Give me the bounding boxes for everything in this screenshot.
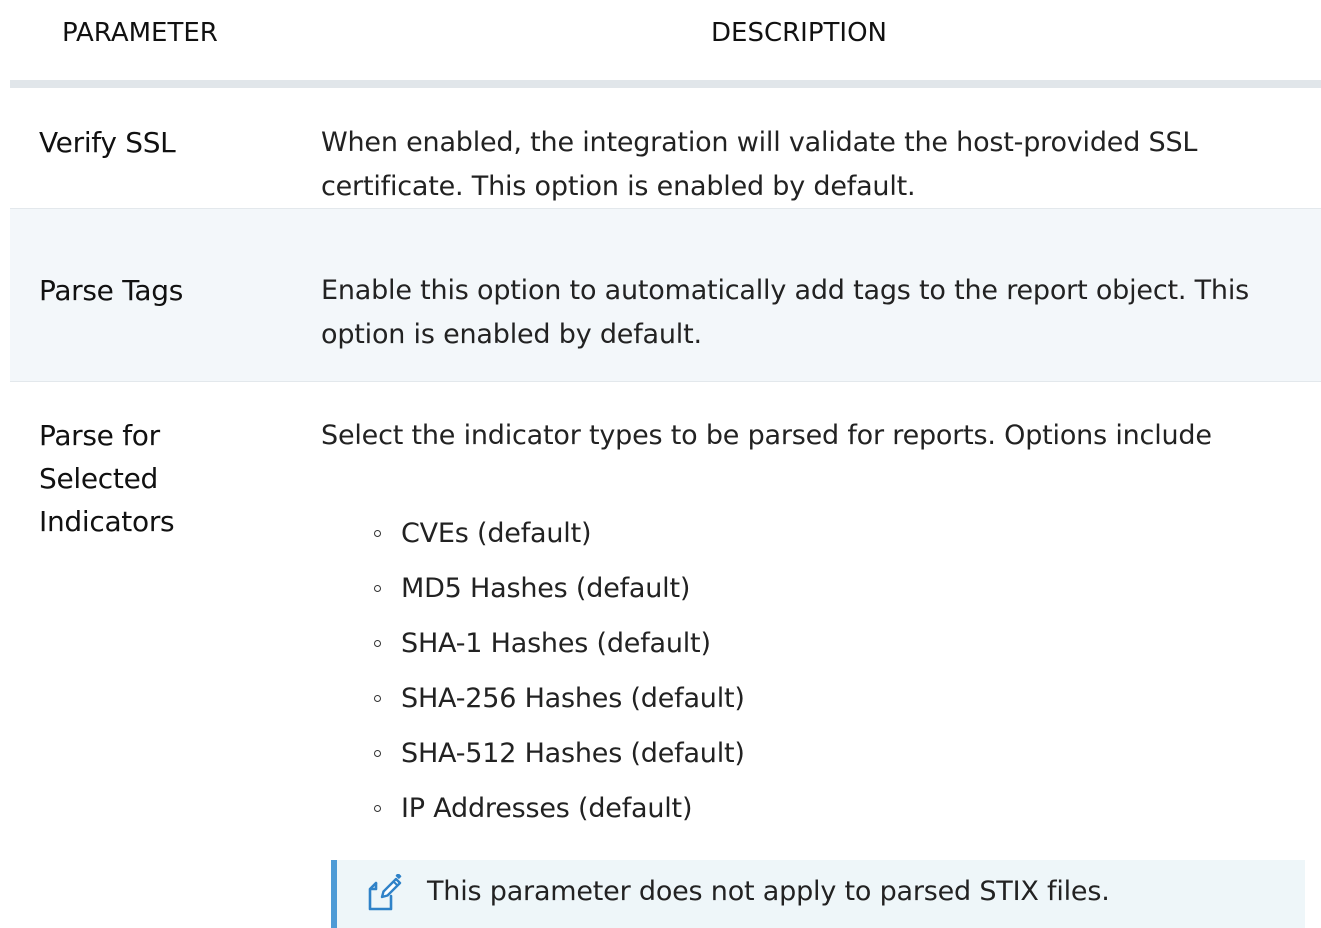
bullet-icon [374,530,381,537]
parameter-name: Parse for Selected Indicators [39,419,175,538]
table-row: Verify SSL When enabled, the integration… [10,88,1321,208]
note-text: This parameter does not apply to parsed … [427,876,1110,907]
list-item: SHA-512 Hashes (default) [371,732,745,787]
list-item: SHA-256 Hashes (default) [371,677,745,732]
bullet-icon [374,640,381,647]
table-row: Parse Tags Enable this option to automat… [10,208,1321,382]
option-label: IP Addresses (default) [401,793,693,824]
note-callout: This parameter does not apply to parsed … [331,860,1305,928]
parameter-description: Select the indicator types to be parsed … [321,420,1212,451]
list-item: MD5 Hashes (default) [371,567,745,622]
bullet-icon [374,750,381,757]
option-label: MD5 Hashes (default) [401,573,691,604]
parameter-description: Enable this option to automatically add … [321,275,1249,350]
indicator-options-list: CVEs (default) MD5 Hashes (default) SHA-… [371,512,745,842]
table-header: PARAMETER DESCRIPTION [0,0,1321,80]
header-parameter: PARAMETER [62,18,218,48]
bullet-icon [374,695,381,702]
table-row: Parse for Selected Indicators Select the… [10,382,1321,928]
option-label: SHA-1 Hashes (default) [401,628,711,659]
parameter-name: Verify SSL [39,126,176,159]
header-description: DESCRIPTION [711,18,887,48]
note-edit-icon [368,874,402,911]
list-item: IP Addresses (default) [371,787,745,842]
bullet-icon [374,585,381,592]
parameters-table: PARAMETER DESCRIPTION Verify SSL When en… [0,0,1321,928]
parameter-description: When enabled, the integration will valid… [321,127,1198,202]
header-divider [10,80,1321,88]
list-item: CVEs (default) [371,512,745,567]
parameter-name: Parse Tags [39,274,184,307]
option-label: SHA-512 Hashes (default) [401,738,745,769]
option-label: CVEs (default) [401,518,592,549]
option-label: SHA-256 Hashes (default) [401,683,745,714]
list-item: SHA-1 Hashes (default) [371,622,745,677]
bullet-icon [374,805,381,812]
